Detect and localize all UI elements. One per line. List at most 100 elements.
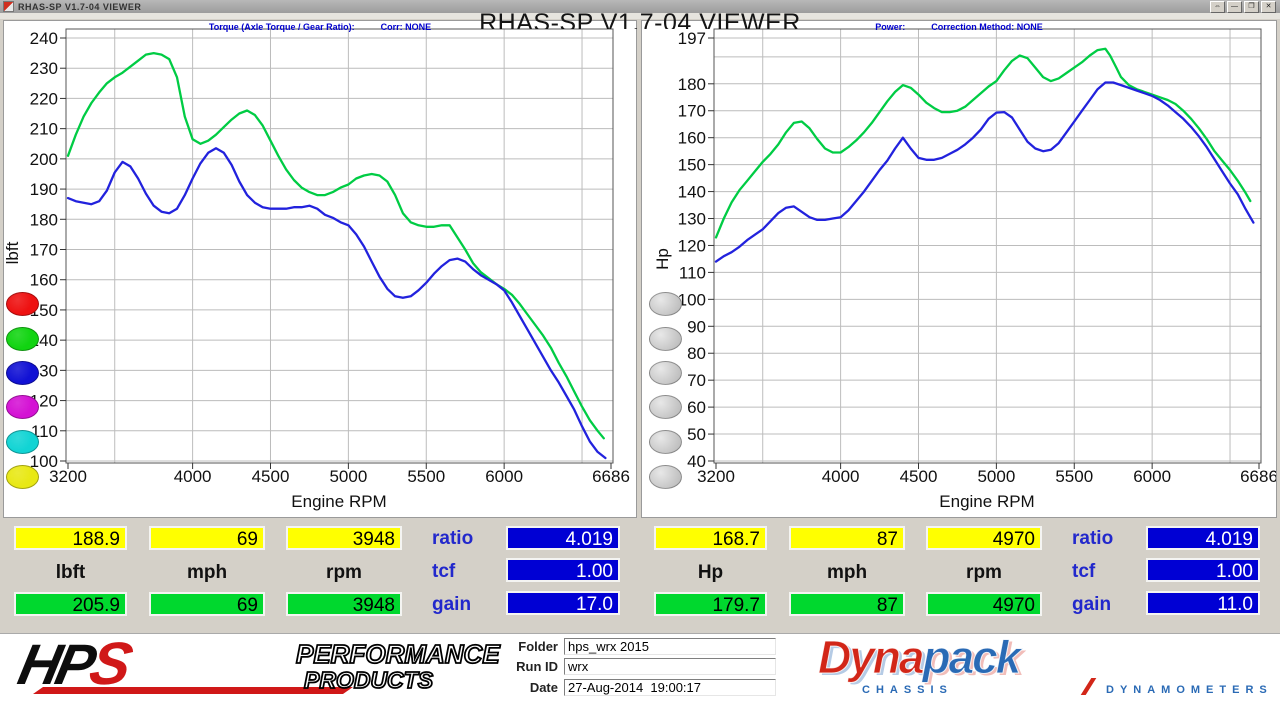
window-minimize-icon[interactable]: — bbox=[1227, 1, 1242, 13]
svg-text:80: 80 bbox=[687, 344, 706, 363]
tcf-label: tcf bbox=[432, 561, 456, 582]
power-chart-panel[interactable]: 197 180 170 160 150 140 130 120 110 100 90 80 70 60 50… bbox=[641, 20, 1277, 518]
folder-input[interactable] bbox=[564, 638, 776, 655]
channel-button-gray-5[interactable] bbox=[649, 430, 682, 454]
gain-label: gain bbox=[1072, 594, 1112, 615]
dynapack-slash bbox=[1080, 678, 1097, 695]
svg-text:200: 200 bbox=[30, 150, 58, 169]
svg-text:140: 140 bbox=[678, 183, 706, 202]
window-top-strip bbox=[0, 13, 1280, 19]
hp-curve-blue bbox=[714, 81, 1255, 263]
svg-text:110: 110 bbox=[679, 263, 706, 282]
svg-text:4500: 4500 bbox=[252, 467, 290, 486]
svg-text:180: 180 bbox=[30, 210, 58, 229]
dynapack-logo: Dynapack CHASSIS DYNAMOMETERS bbox=[810, 631, 1275, 698]
gain-torque-value: 205.9 bbox=[14, 592, 127, 616]
gain-label: gain bbox=[432, 594, 472, 615]
torque-chart-panel[interactable]: 240 230 220 210 200 190 180 170 160 150 140 130 120 1… bbox=[3, 20, 637, 518]
svg-text:3200: 3200 bbox=[697, 467, 735, 486]
window-titlebar: RHAS-SP V1.7-04 VIEWER bbox=[0, 0, 1280, 13]
tcf-value: 1.00 bbox=[506, 558, 620, 582]
channel-button-blue[interactable] bbox=[6, 361, 39, 385]
svg-text:60: 60 bbox=[687, 398, 706, 417]
gain-value: 11.0 bbox=[1146, 591, 1260, 615]
titlebar-text: RHAS-SP V1.7-04 VIEWER bbox=[18, 1, 142, 12]
tcf-label: tcf bbox=[1072, 561, 1096, 582]
channel-button-gray-1[interactable] bbox=[649, 292, 682, 316]
cursor-mph-value: 87 bbox=[789, 526, 905, 550]
svg-text:4000: 4000 bbox=[822, 467, 860, 486]
svg-text:160: 160 bbox=[30, 271, 58, 290]
mph-unit-label: mph bbox=[186, 562, 228, 583]
window-close-icon[interactable]: ✕ bbox=[1261, 1, 1276, 13]
gain-mph-value: 87 bbox=[789, 592, 905, 616]
run-id-input[interactable] bbox=[564, 658, 776, 675]
channel-button-gray-2[interactable] bbox=[649, 327, 682, 351]
date-input[interactable] bbox=[564, 679, 776, 696]
ratio-label: ratio bbox=[432, 528, 474, 549]
svg-text:6000: 6000 bbox=[485, 467, 523, 486]
svg-text:6686: 6686 bbox=[1240, 467, 1276, 486]
cursor-mph-value: 69 bbox=[149, 526, 265, 550]
channel-button-gray-4[interactable] bbox=[649, 395, 682, 419]
svg-text:6686: 6686 bbox=[592, 467, 630, 486]
rpm-unit-label: rpm bbox=[326, 562, 362, 583]
svg-text:3200: 3200 bbox=[49, 467, 87, 486]
gain-mph-value: 69 bbox=[149, 592, 265, 616]
app-icon bbox=[3, 1, 14, 12]
svg-text:4500: 4500 bbox=[900, 467, 938, 486]
run-id-label: Run ID bbox=[516, 659, 558, 674]
svg-text:5500: 5500 bbox=[407, 467, 445, 486]
svg-text:197: 197 bbox=[678, 29, 706, 48]
svg-text:70: 70 bbox=[687, 371, 706, 390]
channel-button-yellow[interactable] bbox=[6, 465, 39, 489]
tcf-value: 1.00 bbox=[1146, 558, 1260, 582]
ratio-value: 4.019 bbox=[1146, 526, 1260, 550]
ratio-label: ratio bbox=[1072, 528, 1114, 549]
svg-text:Engine RPM: Engine RPM bbox=[939, 492, 1034, 511]
run-info-fields: Folder Run ID Date bbox=[490, 637, 790, 699]
channel-button-gray-3[interactable] bbox=[649, 361, 682, 385]
channel-button-cyan[interactable] bbox=[6, 430, 39, 454]
torque-chart[interactable]: 2402302202102001901801701601501401301201… bbox=[4, 21, 636, 517]
svg-text:120: 120 bbox=[678, 236, 706, 255]
svg-text:220: 220 bbox=[30, 89, 58, 108]
svg-text:190: 190 bbox=[30, 180, 58, 199]
svg-text:100: 100 bbox=[678, 290, 706, 309]
svg-text:5000: 5000 bbox=[329, 467, 367, 486]
dynapack-dynamometers-text: DYNAMOMETERS bbox=[1106, 684, 1273, 696]
cursor-torque-value: 188.9 bbox=[14, 526, 127, 550]
channel-button-red[interactable] bbox=[6, 292, 39, 316]
gain-value: 17.0 bbox=[506, 591, 620, 615]
channel-button-gray-6[interactable] bbox=[649, 465, 682, 489]
ratio-value: 4.019 bbox=[506, 526, 620, 550]
gain-hp-value: 179.7 bbox=[654, 592, 767, 616]
power-readout-table: 168.7 87 4970 Hp mph rpm 179.7 87 4970 r… bbox=[640, 520, 1280, 632]
window-restore-down-icon[interactable]: ⇔ bbox=[1210, 1, 1225, 13]
svg-text:lbft: lbft bbox=[4, 241, 22, 264]
gain-rpm-value: 3948 bbox=[286, 592, 402, 616]
svg-text:90: 90 bbox=[687, 317, 706, 336]
cursor-rpm-value: 4970 bbox=[926, 526, 1042, 550]
window-maximize-icon[interactable]: ❐ bbox=[1244, 1, 1259, 13]
window-controls: ⇔ — ❐ ✕ bbox=[1210, 1, 1276, 13]
cursor-hp-value: 168.7 bbox=[654, 526, 767, 550]
svg-text:150: 150 bbox=[678, 156, 706, 175]
svg-text:230: 230 bbox=[30, 59, 58, 78]
svg-text:240: 240 bbox=[30, 29, 58, 48]
cursor-rpm-value: 3948 bbox=[286, 526, 402, 550]
power-chart[interactable]: 197 180 170 160 150 140 130 120 110 100 90 80 70 60 50… bbox=[642, 21, 1276, 517]
dynapack-chassis-text: CHASSIS bbox=[862, 684, 953, 696]
date-label: Date bbox=[529, 680, 558, 695]
gain-rpm-value: 4970 bbox=[926, 592, 1042, 616]
hps-products-text: PRODUCTS bbox=[303, 666, 434, 694]
hps-performance-text: PERFORMANCE bbox=[295, 638, 500, 670]
folder-label: Folder bbox=[518, 639, 558, 654]
svg-text:210: 210 bbox=[30, 120, 58, 139]
channel-button-magenta[interactable] bbox=[6, 395, 39, 419]
rpm-unit-label: rpm bbox=[966, 562, 1002, 583]
channel-button-green[interactable] bbox=[6, 327, 39, 351]
dynapack-logo-text: Dynapack bbox=[817, 631, 1021, 684]
lbft-curve-blue bbox=[66, 147, 607, 460]
svg-text:4000: 4000 bbox=[174, 467, 212, 486]
